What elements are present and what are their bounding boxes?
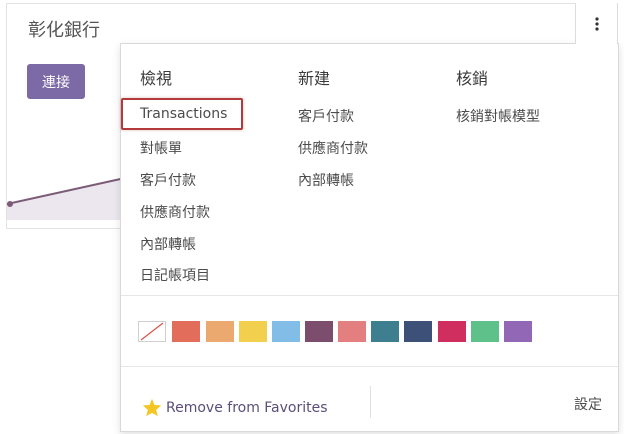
card-menu-toggle[interactable] [575,3,618,44]
graph-point [7,201,13,207]
vertical-ellipsis-icon [594,16,599,31]
color-swatch[interactable] [206,321,234,342]
journal-title: 彰化銀行 [28,20,100,41]
menu-item-new-customer-payment[interactable]: 客戶付款 [298,106,354,126]
color-swatch[interactable] [404,321,432,342]
connect-button[interactable]: 連接 [27,64,85,99]
remove-favorite-button[interactable]: Remove from Favorites [142,398,328,417]
reconcile-header: 核銷 [456,69,489,88]
card-dropdown-menu: 檢視 Transactions 對帳單 客戶付款 供應商付款 內部轉帳 日記帳項… [120,43,619,432]
menu-item-journal-items[interactable]: 日記帳項目 [140,265,210,285]
menu-item-customer-payments[interactable]: 客戶付款 [140,170,196,190]
menu-item-reconcile-models[interactable]: 核銷對帳模型 [456,106,540,126]
transactions-highlight [121,98,243,130]
color-swatch[interactable] [471,321,499,342]
color-swatch[interactable] [272,321,300,342]
color-swatch[interactable] [504,321,532,342]
color-swatch[interactable] [305,321,333,342]
settings-link[interactable]: 設定 [574,394,602,414]
menu-item-vendor-payments[interactable]: 供應商付款 [140,202,210,222]
footer-separator [370,386,371,418]
color-swatch[interactable] [338,321,366,342]
menu-item-new-internal-transfer[interactable]: 內部轉帳 [298,170,354,190]
menu-divider-bottom [121,366,618,367]
graph-area-fill [7,178,125,220]
menu-item-new-vendor-payment[interactable]: 供應商付款 [298,138,368,158]
view-header: 檢視 [140,69,173,88]
remove-favorite-label: Remove from Favorites [166,399,328,416]
color-swatch[interactable] [438,321,466,342]
menu-divider [121,295,618,296]
menu-item-statements[interactable]: 對帳單 [140,138,182,158]
slash-icon [140,322,164,341]
color-swatch[interactable] [371,321,399,342]
balance-graph [7,177,126,220]
color-swatch[interactable] [239,321,267,342]
star-icon [142,398,162,417]
color-swatch[interactable] [172,321,200,342]
menu-item-internal-transfers[interactable]: 內部轉帳 [140,234,196,254]
new-header: 新建 [298,69,331,88]
color-swatch-none[interactable] [138,321,166,342]
